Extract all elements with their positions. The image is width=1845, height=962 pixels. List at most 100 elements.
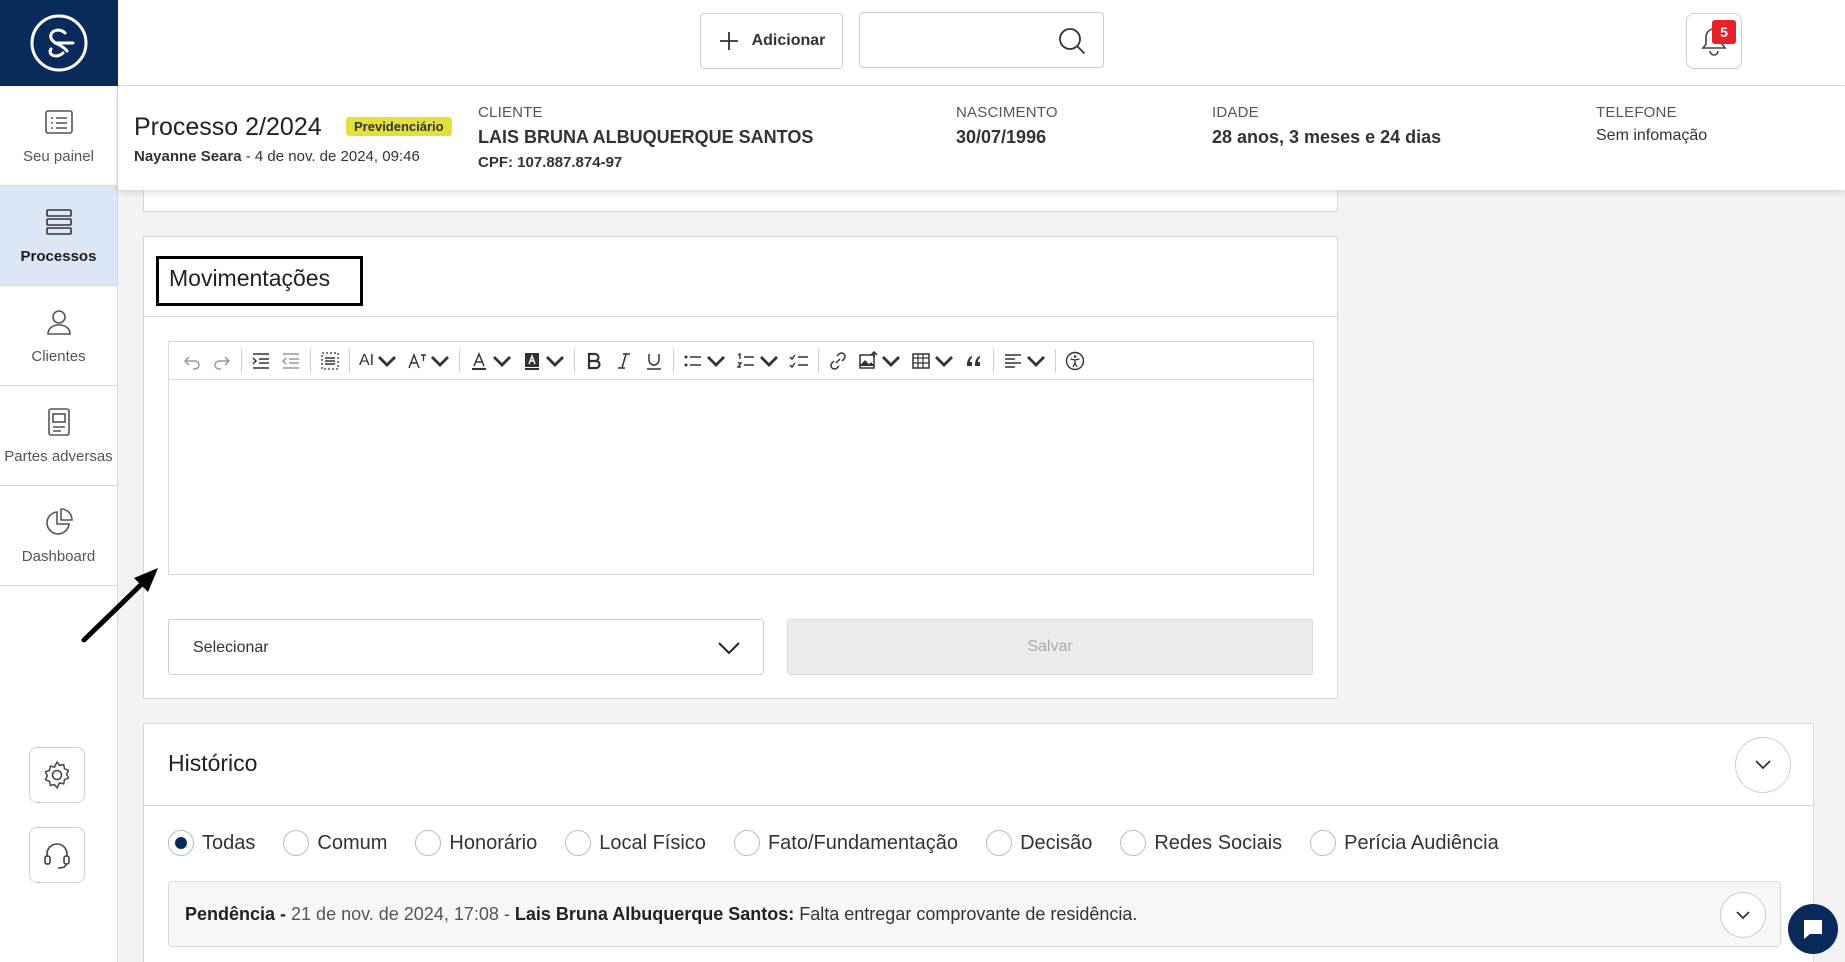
sidebar-item-label: Processos [20, 248, 97, 265]
filter-label: Fato/Fundamentação [767, 831, 959, 854]
radio-button[interactable] [283, 830, 310, 856]
chevron-down-icon [935, 355, 954, 367]
movimentacoes-card: Movimentações AI Selecionar Salvar [143, 236, 1338, 699]
chevron-down-icon [718, 642, 740, 655]
toolbar-divider [241, 348, 242, 373]
undo-button[interactable] [177, 346, 207, 376]
chevron-down-icon [431, 355, 450, 367]
topbar: Adicionar 5 L [118, 0, 1845, 86]
radio-button[interactable] [168, 830, 194, 856]
align-left-icon [1005, 353, 1022, 368]
movement-type-select[interactable]: Selecionar [168, 619, 764, 675]
underline-button[interactable] [639, 346, 669, 376]
settings-button[interactable] [29, 747, 85, 803]
filter-comum[interactable]: Comum [283, 830, 387, 856]
search-input[interactable] [872, 29, 1052, 53]
indent-icon [252, 352, 269, 369]
client-name: LAIS BRUNA ALBUQUERQUE SANTOS [478, 127, 814, 147]
bulleted-list-icon [684, 355, 702, 366]
select-value: Selecionar [193, 639, 269, 656]
toolbar-divider [310, 348, 311, 373]
insert-table-dropdown[interactable] [906, 346, 959, 376]
chevron-down-icon [882, 355, 901, 367]
accessibility-button[interactable] [1060, 346, 1090, 376]
historico-collapse-button[interactable] [1735, 737, 1791, 793]
rich-text-editor[interactable]: AI [168, 341, 1314, 575]
sidebar-item-label: Dashboard [21, 548, 96, 565]
background-color-dropdown[interactable] [517, 346, 570, 376]
redo-button[interactable] [207, 346, 237, 376]
font-family-dropdown[interactable] [402, 346, 455, 376]
filter-honorario[interactable]: Honorário [415, 830, 537, 856]
age-info: IDADE 28 anos, 3 meses e 24 dias [1212, 104, 1441, 148]
filter-todas[interactable]: Todas [168, 830, 255, 856]
blockquote-button[interactable] [959, 346, 989, 376]
filter-label: Todas [202, 831, 256, 854]
filter-label: Honorário [449, 831, 538, 854]
filter-label: Decisão [1020, 831, 1093, 854]
undo-icon [183, 355, 200, 370]
app-logo[interactable] [0, 0, 118, 86]
sidebar: Seu painel Processos Clientes Partes adv… [0, 0, 118, 962]
font-color-dropdown[interactable] [464, 346, 517, 376]
search-icon[interactable] [1057, 26, 1087, 56]
radio-button[interactable] [565, 830, 592, 856]
birth-value: 30/07/1996 [956, 127, 1047, 147]
outdent-button[interactable] [276, 346, 306, 376]
filter-label: Perícia Audiência [1344, 831, 1499, 854]
sidebar-item-partes-adversas[interactable]: Partes adversas [0, 386, 117, 486]
font-color-icon [472, 351, 487, 370]
radio-button[interactable] [1310, 830, 1337, 856]
logo-icon [30, 14, 88, 72]
annotation-arrow-icon [81, 568, 158, 643]
sidebar-item-clientes[interactable]: Clientes [0, 286, 117, 386]
phone-label: TELEFONE [1596, 104, 1677, 121]
sidebar-item-label: Seu painel [23, 148, 94, 165]
filter-label: Redes Sociais [1154, 831, 1283, 854]
filter-fato-fundamentacao[interactable]: Fato/Fundamentação [733, 830, 959, 856]
support-button[interactable] [29, 827, 85, 883]
entry-expand-button[interactable] [1720, 892, 1766, 938]
radio-button[interactable] [986, 830, 1013, 856]
italic-icon [618, 352, 631, 369]
radio-button[interactable] [1120, 830, 1147, 856]
search-field[interactable] [859, 12, 1104, 68]
chevron-down-icon [378, 355, 397, 367]
chevron-down-icon [1027, 355, 1046, 367]
numbered-list-dropdown[interactable] [731, 346, 784, 376]
italic-button[interactable] [609, 346, 639, 376]
filter-decisao[interactable]: Decisão [986, 830, 1092, 856]
select-all-button[interactable] [315, 346, 345, 376]
process-title: Processo 2/2024 [134, 113, 322, 141]
sidebar-item-processos[interactable]: Processos [0, 186, 117, 286]
sidebar-item-label: Clientes [31, 348, 86, 365]
todo-list-button[interactable] [784, 346, 814, 376]
toolbar-divider [673, 348, 675, 373]
client-cpf: CPF: 107.887.874-97 [478, 154, 623, 171]
alignment-dropdown[interactable] [998, 346, 1051, 376]
bold-button[interactable] [579, 346, 609, 376]
radio-button[interactable] [733, 830, 760, 856]
numbered-list-icon [736, 352, 755, 368]
filter-local-fisico[interactable]: Local Físico [565, 830, 706, 856]
toolbar-divider [818, 348, 820, 373]
chevron-down-icon [760, 355, 779, 367]
radio-button[interactable] [415, 830, 442, 856]
filter-redes-sociais[interactable]: Redes Sociais [1120, 830, 1282, 856]
link-button[interactable] [823, 346, 853, 376]
editor-content-area[interactable] [169, 380, 1313, 574]
filter-pericia-audiencia[interactable]: Perícia Audiência [1310, 830, 1499, 856]
font-size-glyph: AI [359, 351, 375, 369]
add-button[interactable]: Adicionar [700, 13, 843, 69]
historico-title: Histórico [168, 750, 258, 776]
sidebar-item-seu-painel[interactable]: Seu painel [0, 86, 117, 186]
bulleted-list-dropdown[interactable] [678, 346, 731, 376]
chat-button[interactable] [1788, 904, 1838, 954]
font-size-dropdown[interactable]: AI [354, 346, 402, 376]
save-button[interactable]: Salvar [787, 619, 1313, 675]
indent-button[interactable] [246, 346, 276, 376]
insert-image-dropdown[interactable] [853, 346, 906, 376]
phone-value: Sem infomação [1596, 127, 1708, 144]
gear-icon [44, 761, 70, 789]
process-date: - 4 de nov. de 2024, 09:46 [241, 148, 420, 165]
